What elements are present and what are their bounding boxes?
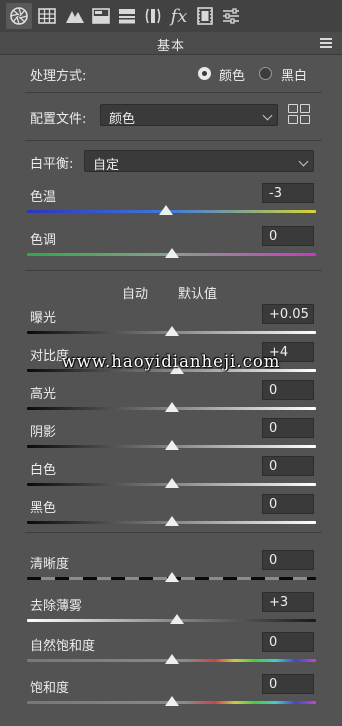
whites-slider-thumb[interactable] <box>164 478 179 488</box>
vibrance-label: 自然饱和度 <box>30 639 96 654</box>
whites-label: 白色 <box>30 463 57 478</box>
tint-value-field[interactable]: 0 <box>262 226 314 246</box>
calibration-film-icon[interactable] <box>192 3 218 29</box>
treatment-label: 处理方式: <box>30 69 87 84</box>
temperature-value-field[interactable]: -3 <box>262 183 314 203</box>
white-balance-label: 白平衡: <box>30 157 74 172</box>
treatment-color-radio[interactable] <box>198 67 211 80</box>
divider <box>25 92 322 93</box>
tone-curve-grid-icon[interactable] <box>34 3 60 29</box>
tint-slider-thumb[interactable] <box>164 248 179 258</box>
temperature-label: 色温 <box>30 190 57 205</box>
hsl-split-icon[interactable] <box>88 3 114 29</box>
divider <box>25 270 322 271</box>
highlights-slider-thumb[interactable] <box>164 402 179 412</box>
saturation-slider-thumb[interactable] <box>164 696 179 706</box>
divider <box>25 140 322 141</box>
dehaze-value-field[interactable]: +3 <box>262 592 314 612</box>
dehaze-slider-thumb[interactable] <box>170 614 185 624</box>
divider <box>25 532 322 533</box>
treatment-bw-radio[interactable] <box>259 67 272 80</box>
profile-value: 颜色 <box>109 112 136 127</box>
vibrance-value-field[interactable]: 0 <box>262 632 314 652</box>
vibrance-slider-thumb[interactable] <box>164 654 179 664</box>
default-button[interactable]: 默认值 <box>178 283 217 302</box>
treatment-bw-label: 黑白 <box>281 69 308 84</box>
temperature-slider-thumb[interactable] <box>158 205 173 215</box>
presets-sliders-icon[interactable] <box>218 3 244 29</box>
tint-label: 色调 <box>30 233 57 248</box>
chevron-down-icon <box>298 156 309 167</box>
exposure-slider-thumb[interactable] <box>164 326 179 336</box>
lens-corrections-icon[interactable] <box>140 3 166 29</box>
clarity-label: 清晰度 <box>30 557 70 572</box>
white-balance-value: 自定 <box>93 158 120 173</box>
white-balance-dropdown[interactable]: 自定 <box>84 150 314 173</box>
shadows-value-field[interactable]: 0 <box>262 418 314 438</box>
treatment-color-label: 颜色 <box>219 69 246 84</box>
exposure-label: 曝光 <box>30 311 57 326</box>
highlights-label: 高光 <box>30 387 57 402</box>
dehaze-label: 去除薄雾 <box>30 599 83 614</box>
shadows-slider-thumb[interactable] <box>164 440 179 450</box>
profile-label: 配置文件: <box>30 112 87 127</box>
auto-button[interactable]: 自动 <box>122 283 148 302</box>
blacks-slider-thumb[interactable] <box>164 516 179 526</box>
blacks-value-field[interactable]: 0 <box>262 494 314 514</box>
clarity-value-field[interactable]: 0 <box>262 550 314 570</box>
saturation-label: 饱和度 <box>30 681 70 696</box>
section-header: 基本 <box>0 32 342 55</box>
fx-label: fx <box>170 5 188 27</box>
watermark-text: www.haoyidianheji.com <box>61 352 281 371</box>
profile-browser-grid-icon[interactable] <box>288 104 312 126</box>
panel-title: 基本 <box>156 39 185 54</box>
detail-mountain-icon[interactable] <box>62 3 88 29</box>
fx-icon[interactable]: fx <box>166 3 192 29</box>
basic-tool-icon[interactable] <box>6 3 32 29</box>
panel-menu-icon[interactable] <box>320 38 332 48</box>
highlights-value-field[interactable]: 0 <box>262 380 314 400</box>
toolbar: fx <box>0 0 342 33</box>
exposure-value-field[interactable]: +0.05 <box>262 304 314 324</box>
saturation-value-field[interactable]: 0 <box>262 674 314 694</box>
profile-dropdown[interactable]: 颜色 <box>100 104 278 127</box>
blacks-label: 黑色 <box>30 501 57 516</box>
shadows-label: 阴影 <box>30 425 57 440</box>
whites-value-field[interactable]: 0 <box>262 456 314 476</box>
chevron-down-icon <box>262 110 273 121</box>
clarity-slider-thumb[interactable] <box>164 572 179 582</box>
split-toning-icon[interactable] <box>114 3 140 29</box>
